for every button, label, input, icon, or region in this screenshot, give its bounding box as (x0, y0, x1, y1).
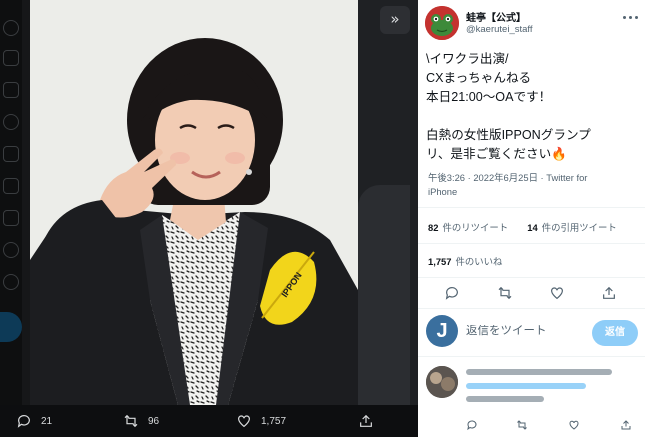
quotes-stat[interactable]: 14 件の引用ツイート (527, 222, 616, 233)
compose-button (0, 312, 22, 342)
expand-icon: » (390, 10, 400, 28)
more-dot-icon (623, 16, 626, 19)
messages-icon (3, 146, 19, 162)
tweet-line: リ、是非ご覧ください🔥 (426, 147, 567, 161)
tweet-timestamp[interactable]: 午後3:26 · 2022年6月25日 · Twitter for iPhone (428, 171, 638, 199)
tweet-line: 白熱の女性版IPPONグランプ (426, 128, 591, 142)
viewer-like-button[interactable]: 1,757 (236, 412, 286, 430)
tweet-line: 本日21:00〜OAです！ (426, 90, 552, 104)
current-user-avatar[interactable]: J (426, 315, 458, 347)
share-icon (621, 420, 631, 430)
retweet-icon (124, 414, 138, 428)
divider (418, 243, 645, 244)
tweet-panel: 蛙亭【公式】 @kaerutei_staff \イワクラ出演/ CXまっちゃんね… (418, 0, 645, 437)
likes-stat[interactable]: 1,757 件のいいね (428, 254, 502, 268)
tweet-line: \イワクラ出演/ (426, 52, 509, 66)
blurred-reply-header (466, 369, 612, 375)
share-icon (603, 286, 615, 299)
reply-row-reply-icon[interactable] (466, 418, 478, 431)
photo-backdrop-shadow (358, 185, 410, 410)
hashtag-icon (3, 82, 19, 98)
blurred-reply-text (466, 383, 586, 389)
more-icon (3, 274, 19, 290)
more-dot-icon (635, 16, 638, 19)
divider (418, 308, 645, 309)
likes-label: 件のいいね (455, 256, 503, 267)
photo-viewer: IPPON » 21 96 1,757 (0, 0, 418, 437)
avatar-image (426, 366, 458, 398)
viewer-retweet-count: 96 (148, 415, 160, 427)
reply-row-like-icon[interactable] (568, 418, 580, 430)
reply-icon (17, 415, 30, 428)
like-icon (551, 287, 563, 300)
quotes-label: 件の引用ツイート (541, 222, 617, 233)
likes-count: 1,757 (428, 256, 452, 267)
author-avatar[interactable] (425, 6, 459, 40)
divider (418, 207, 645, 208)
tweet-engagement-row: 82 件のリツイート 14 件の引用ツイート (428, 220, 617, 234)
reply-icon (445, 287, 458, 300)
background-sidebar (0, 0, 22, 437)
photo-action-bar: 21 96 1,757 (0, 405, 418, 437)
divider (418, 277, 645, 278)
retweet-button[interactable] (497, 285, 513, 301)
author-handle[interactable]: @kaerutei_staff (466, 24, 533, 35)
retweet-icon (517, 420, 527, 430)
reply-submit-button[interactable]: 返信 (592, 320, 638, 346)
like-icon (238, 415, 250, 428)
photo-illustration: IPPON (30, 0, 358, 405)
viewer-share-button[interactable] (358, 412, 374, 430)
viewer-reply-button[interactable]: 21 (16, 412, 52, 430)
notifications-icon (3, 114, 19, 130)
retweets-count: 82 (428, 222, 439, 233)
author-display-name[interactable]: 蛙亭【公式】 (466, 9, 526, 24)
more-dot-icon (629, 16, 632, 19)
reply-icon (467, 420, 477, 431)
divider (418, 356, 645, 357)
source-line: iPhone (428, 186, 458, 197)
profile-icon (3, 242, 19, 258)
bell-icon (3, 20, 19, 36)
quotes-count: 14 (527, 222, 538, 233)
reply-input[interactable] (466, 325, 584, 337)
tweet-photo[interactable]: IPPON (30, 0, 358, 405)
retweets-stat[interactable]: 82 件のリツイート (428, 222, 508, 233)
share-icon (360, 414, 372, 427)
tweet-body: \イワクラ出演/ CXまっちゃんねる 本日21:00〜OAです！ 白熱の女性版I… (426, 50, 638, 164)
viewer-like-count: 1,757 (261, 415, 287, 427)
timestamp-line: 午後3:26 · 2022年6月25日 · Twitter for (428, 172, 588, 183)
reply-author-avatar[interactable] (426, 366, 458, 398)
bookmarks-icon (3, 178, 19, 194)
frog-logo-icon (425, 6, 459, 40)
lists-icon (3, 210, 19, 226)
reply-row-share-icon[interactable] (620, 418, 632, 430)
home-icon (3, 50, 19, 66)
like-icon (569, 420, 579, 430)
viewer-retweet-button[interactable]: 96 (123, 412, 159, 430)
share-button[interactable] (601, 285, 617, 301)
like-button[interactable] (549, 285, 565, 301)
reply-button[interactable] (444, 285, 460, 301)
retweet-icon (498, 286, 512, 300)
tweet-line: CXまっちゃんねる (426, 71, 532, 85)
viewer-reply-count: 21 (41, 415, 53, 427)
retweets-label: 件のリツイート (442, 222, 509, 233)
expand-panel-button[interactable]: » (380, 6, 410, 34)
more-options-button[interactable] (621, 13, 639, 23)
blurred-reply-text (466, 396, 544, 402)
reply-row-retweet-icon[interactable] (516, 418, 528, 430)
